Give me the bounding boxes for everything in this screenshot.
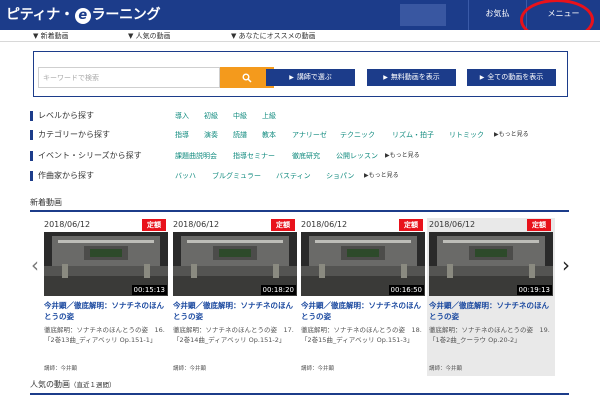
chevron-left-icon[interactable]: ‹: [31, 253, 39, 277]
more-link[interactable]: ▶もっと見る: [364, 170, 399, 182]
video-card[interactable]: 2018/06/12 定額 00:18:20 今井顕／徹底解明：ソナチネのほんと…: [171, 218, 299, 376]
subscription-badge: 定額: [142, 219, 166, 231]
video-lecturer: 講師：今井顕: [44, 366, 78, 372]
video-title[interactable]: 今井顕／徹底解明：ソナチネのほんとうの姿: [173, 300, 297, 322]
video-duration: 00:16:50: [388, 285, 424, 295]
filter-label: イベント・シリーズから探す: [38, 151, 142, 160]
favorites-button[interactable]: お気払: [468, 0, 526, 30]
video-lecturer: 講師：今井顕: [301, 366, 335, 372]
video-date: 2018/06/12: [429, 220, 476, 229]
subnav-popular-videos[interactable]: ▼ 人気の動画: [128, 30, 171, 42]
search-icon: [242, 73, 252, 83]
video-duration: 00:18:20: [260, 285, 296, 295]
filter-label: レベルから探す: [38, 111, 94, 120]
filter-link[interactable]: 導入: [175, 110, 189, 122]
subscription-badge: 定額: [271, 219, 295, 231]
filter-link[interactable]: 上級: [262, 110, 276, 122]
section-divider: [30, 210, 569, 212]
show-free-videos-button[interactable]: ▶ 無料動画を表示: [367, 69, 456, 86]
chevron-right-icon[interactable]: ›: [562, 253, 570, 277]
section-divider: [30, 393, 569, 395]
filter-link[interactable]: 演奏: [204, 129, 218, 141]
filter-bar: [30, 130, 33, 140]
filter-bar: [30, 111, 33, 121]
filter-link[interactable]: 読譜: [233, 129, 247, 141]
video-card[interactable]: 2018/06/12 定額 00:19:13 今井顕／徹底解明：ソナチネのほんと…: [427, 218, 555, 376]
filter-link[interactable]: バッハ: [175, 170, 196, 182]
subnav-recommended-videos[interactable]: ▼ あなたにオススメの動画: [231, 30, 316, 42]
video-duration: 00:15:13: [131, 285, 167, 295]
video-lecturer: 講師：今井顕: [429, 366, 463, 372]
filter-link[interactable]: アナリーゼ: [292, 129, 327, 141]
filter-link[interactable]: リトミック: [449, 129, 484, 141]
popular-videos-heading: 人気の動画（直近１週間）: [30, 380, 116, 389]
filter-link[interactable]: 指導セミナー: [233, 150, 275, 162]
search-panel: ▶講師で選ぶ ▶無料動画を表示 ▶全ての動画を表示: [33, 51, 568, 97]
filter-link[interactable]: 中級: [233, 110, 247, 122]
filter-link[interactable]: ショパン: [326, 170, 354, 182]
show-all-videos-button[interactable]: ▶ 全ての動画を表示: [467, 69, 556, 86]
video-description: 徹底解明：ソナチネのほんとうの姿 18.「2巻15曲_ディアベッリ Op.151…: [301, 326, 422, 344]
more-link[interactable]: ▶もっと見る: [494, 129, 529, 141]
video-card[interactable]: 2018/06/12 定額 00:15:13 今井顕／徹底解明：ソナチネのほんと…: [42, 218, 170, 376]
play-triangle-icon: ▶: [289, 74, 294, 81]
filter-label: 作曲家から探す: [38, 171, 94, 180]
search-input[interactable]: [38, 67, 220, 88]
filter-link[interactable]: バスティン: [276, 170, 311, 182]
subnav-new-videos[interactable]: ▼ 新着動画: [33, 30, 69, 42]
video-description: 徹底解明：ソナチネのほんとうの姿 16.「2巻13曲_ディアベッリ Op.151…: [44, 326, 165, 344]
filter-link[interactable]: テクニック: [340, 129, 375, 141]
select-lecturer-button[interactable]: ▶ 講師で選ぶ: [266, 69, 355, 86]
video-thumbnail[interactable]: 00:19:13: [429, 232, 553, 296]
video-title[interactable]: 今井顕／徹底解明：ソナチネのほんとうの姿: [44, 300, 168, 322]
menu-button[interactable]: メニュー: [526, 0, 600, 30]
video-lecturer: 講師：今井顕: [173, 366, 207, 372]
filter-link[interactable]: ブルグミュラー: [212, 170, 261, 182]
video-thumbnail[interactable]: 00:18:20: [173, 232, 297, 296]
filter-bar: [30, 151, 33, 161]
more-link[interactable]: ▶もっと見る: [385, 150, 420, 162]
site-header: ピティナ・ e ラーニング お気払 メニュー: [0, 0, 600, 30]
filter-label: カテゴリーから探す: [38, 130, 110, 139]
site-logo[interactable]: ピティナ・ e ラーニング: [6, 4, 160, 24]
video-description: 徹底解明：ソナチネのほんとうの姿 19.「1巻2曲_クーラウ Op.20-2」: [429, 326, 550, 344]
play-triangle-icon: ▶: [383, 74, 388, 81]
video-date: 2018/06/12: [301, 220, 348, 229]
e-logo-icon: e: [74, 8, 91, 24]
video-title[interactable]: 今井顕／徹底解明：ソナチネのほんとうの姿: [429, 300, 553, 322]
filter-bar: [30, 171, 33, 181]
video-date: 2018/06/12: [173, 220, 220, 229]
video-duration: 00:19:13: [516, 285, 552, 295]
filter-link[interactable]: リズム・拍子: [392, 129, 434, 141]
sub-navigation: ▼ 新着動画 ▼ 人気の動画 ▼ あなたにオススメの動画: [0, 30, 600, 42]
blurred-user-area: [400, 4, 446, 26]
filter-link[interactable]: 教本: [262, 129, 276, 141]
play-triangle-icon: ▶: [479, 74, 485, 81]
video-description: 徹底解明：ソナチネのほんとうの姿 17.「2巻14曲_ディアベッリ Op.151…: [173, 326, 294, 344]
subscription-badge: 定額: [527, 219, 551, 231]
video-date: 2018/06/12: [44, 220, 91, 229]
filter-link[interactable]: 課題曲説明会: [175, 150, 217, 162]
video-thumbnail[interactable]: 00:15:13: [44, 232, 168, 296]
filter-link[interactable]: 初級: [204, 110, 218, 122]
filter-link[interactable]: 徹底研究: [292, 150, 320, 162]
filter-link[interactable]: 指導: [175, 129, 189, 141]
subscription-badge: 定額: [399, 219, 423, 231]
video-card[interactable]: 2018/06/12 定額 00:16:50 今井顕／徹底解明：ソナチネのほんと…: [299, 218, 427, 376]
new-videos-heading: 新着動画: [30, 198, 62, 207]
filter-link[interactable]: 公開レッスン: [336, 150, 378, 162]
video-thumbnail[interactable]: 00:16:50: [301, 232, 425, 296]
video-title[interactable]: 今井顕／徹底解明：ソナチネのほんとうの姿: [301, 300, 425, 322]
